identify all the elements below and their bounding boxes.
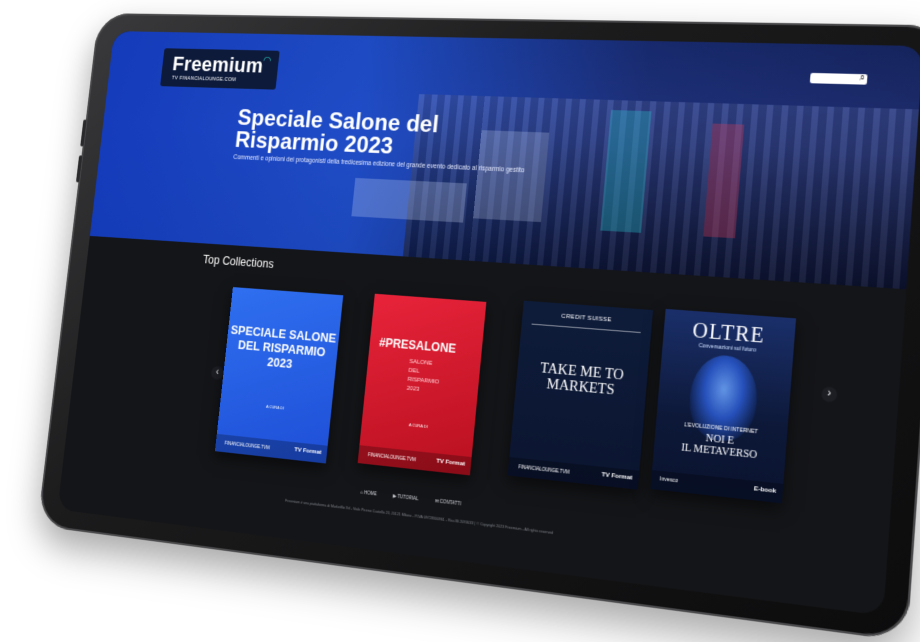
booth-shape	[351, 177, 467, 223]
card-title: SPECIALE SALONE DEL RISPARMIO 2023	[230, 323, 337, 372]
card-footer: FINANCIALOUNGE.TVM TV Format	[357, 445, 472, 476]
nav-tutorial-label: TUTORIAL	[397, 493, 419, 502]
search-icon[interactable]: ⌕	[859, 72, 865, 84]
card-footer: FINANCIALOUNGE.TVM TV Format	[214, 433, 328, 464]
collection-card[interactable]: SPECIALE SALONE DEL RISPARMIO 2023 A CUR…	[214, 287, 344, 464]
hero-banner[interactable]: Freemium ◠ TV FINANCIALOUNGE.COM ⌕ Speci…	[89, 31, 920, 290]
section-title: Top Collections	[202, 252, 275, 271]
chevron-right-icon[interactable]: ›	[820, 386, 838, 403]
logo-subtitle: TV FINANCIALOUNGE.COM	[171, 75, 237, 83]
card-title: TAKE ME TO MARKETS	[539, 361, 625, 399]
nav-contatti[interactable]: ✉ CONTATTI	[435, 498, 469, 507]
logo-name: Freemium	[171, 52, 265, 78]
card-format: E-book	[753, 486, 777, 495]
footer-text: Freemium è una piattaforma di Marketflix…	[284, 498, 554, 536]
divider	[531, 323, 641, 334]
footer-nav: ⌂ HOME ▶ TUTORIAL ✉ CONTATTI	[360, 490, 477, 510]
nav-contatti-label: CONTATTI	[439, 498, 462, 507]
search-input[interactable]: ⌕	[809, 72, 868, 85]
card-curator: A CURA DI	[265, 403, 285, 411]
nav-home-label: HOME	[363, 489, 377, 497]
card-curator: A CURA DI	[408, 422, 428, 430]
freemium-logo[interactable]: Freemium ◠ TV FINANCIALOUNGE.COM	[160, 48, 280, 90]
tablet-device: Freemium ◠ TV FINANCIALOUNGE.COM ⌕ Speci…	[37, 13, 920, 642]
card-brand: FINANCIALOUNGE.TVM	[518, 464, 570, 475]
nav-tutorial[interactable]: ▶ TUTORIAL	[393, 493, 427, 502]
nav-home[interactable]: ⌂ HOME	[360, 490, 384, 498]
card-format: TV Format	[601, 472, 633, 482]
card-footer: FINANCIALOUNGE.TVM TV Format	[507, 456, 640, 490]
collection-card[interactable]: CREDIT SUISSE TAKE ME TO MARKETS FINANCI…	[507, 300, 654, 490]
card-brand: FINANCIALOUNGE.TVM	[224, 440, 270, 451]
card-footer: Invesco E-book	[650, 469, 784, 504]
collection-card[interactable]: OLTRE Conversazioni sul futuro L'EVOLUZI…	[650, 308, 797, 504]
card-format: TV Format	[436, 458, 466, 468]
card-subtitle: SALONE DEL RISPARMIO 2023	[406, 358, 440, 393]
card-brand: FINANCIALOUNGE.TVM	[367, 452, 416, 463]
card-brand: Invesco	[659, 476, 679, 485]
card-title: #PRESALONE	[378, 335, 457, 356]
wifi-icon: ◠	[262, 55, 272, 67]
collection-card[interactable]: #PRESALONE SALONE DEL RISPARMIO 2023 A C…	[357, 293, 487, 476]
card-format: TV Format	[294, 447, 322, 456]
